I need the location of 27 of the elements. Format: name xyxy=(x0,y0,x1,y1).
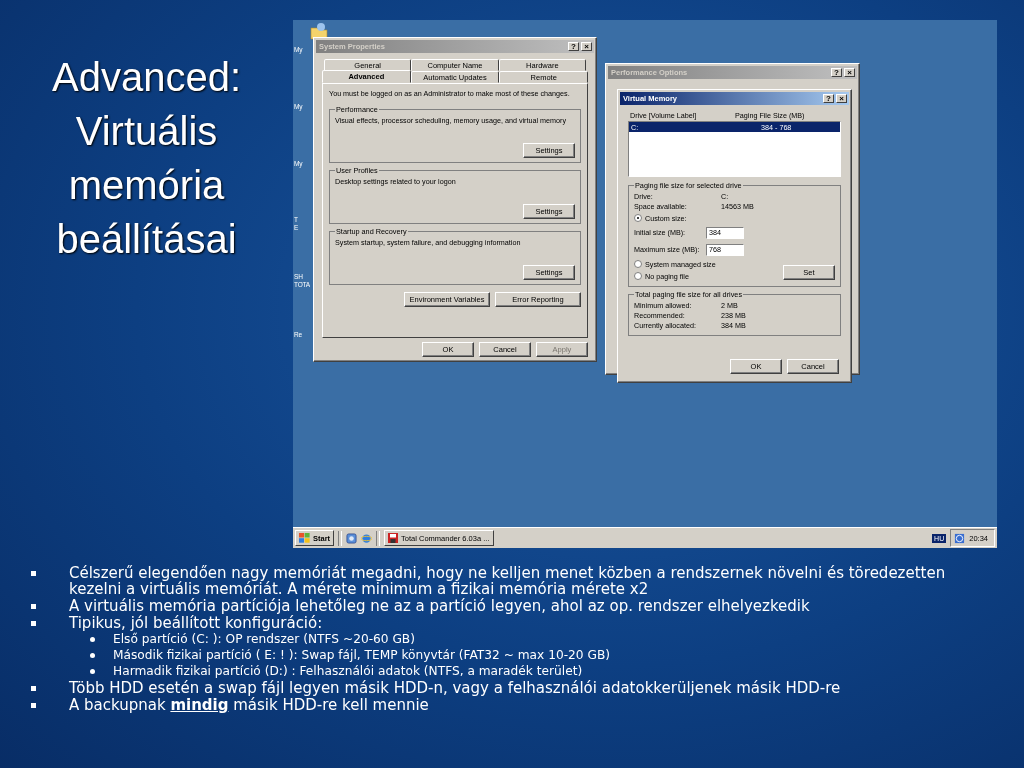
help-button[interactable]: ? xyxy=(823,94,834,103)
bullet-text: Második fizikai partíció ( E: ! ): Swap fájl, TEMP könyvtár (FAT32 ~ max 10-20 GB) xyxy=(113,648,610,663)
bullet-text: A backupnak mindig másik HDD-re kell mennie xyxy=(69,697,429,713)
network-icon[interactable] xyxy=(954,532,966,544)
bullet-icon xyxy=(31,686,36,691)
bullet-icon xyxy=(90,653,95,658)
close-button[interactable]: × xyxy=(836,94,847,103)
bullet-text: Első partíció (C: ): OP rendszer (NTFS ~20-60 GB) xyxy=(113,632,415,647)
browser-icon[interactable] xyxy=(361,532,373,544)
folder-icon[interactable] xyxy=(310,22,328,40)
bullet-text: Több HDD esetén a swap fájl legyen másik HDD-n, vagy a felhasználói adatokkerüljenek másik HDD-re xyxy=(69,680,841,696)
bullet-text: Célszerű elegendően nagy memóriát megadni, hogy ne kelljen menet közben a rendszernek növelni és töredezetten kezelni a virtuális memóriát. A mérete minimum a fizikai memória mérete x2 xyxy=(69,565,947,597)
bullet-icon xyxy=(31,621,36,626)
bullet-icon xyxy=(90,637,95,642)
bullet-text: Tipikus, jól beállított konfiguráció: xyxy=(69,615,323,631)
radio-button[interactable] xyxy=(634,214,642,222)
bullet-text: A virtuális memória partíciója lehetőleg ne az a partíció legyen, ahol az op. rendszer elhelyezkedik xyxy=(69,598,810,614)
radio-button[interactable] xyxy=(634,260,642,268)
slide-title: Advanced: Virtuális memória beállításai xyxy=(51,54,242,263)
windows-flag-icon xyxy=(299,533,310,543)
radio-button[interactable] xyxy=(634,272,642,280)
bullet-icon xyxy=(31,703,36,708)
bullet-text: Harmadik fizikai partíció (D:) : Felhasználói adatok (NTFS, a maradék terület) xyxy=(113,664,583,679)
bullet-icon xyxy=(31,604,36,609)
bullet-icon xyxy=(90,669,95,674)
desktop-icon[interactable] xyxy=(346,532,358,544)
bullet-icon xyxy=(31,571,36,576)
